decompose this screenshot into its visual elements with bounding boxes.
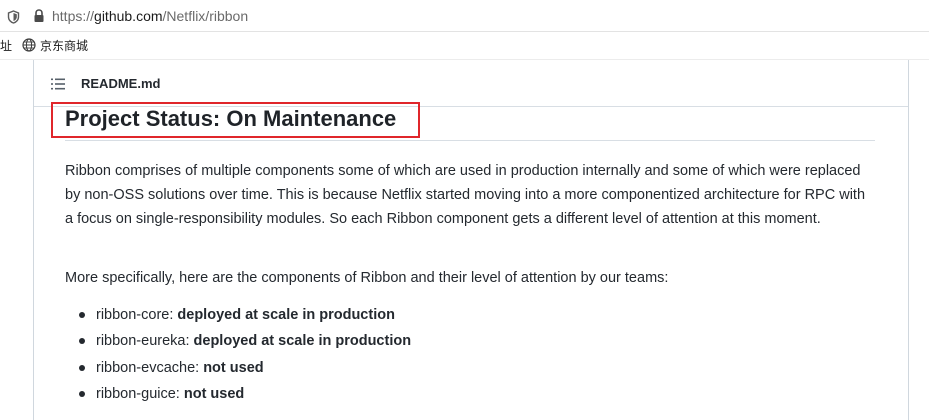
lock-icon[interactable] xyxy=(33,9,45,28)
readme-card: README.md Project Status: On Maintenance… xyxy=(33,60,909,420)
project-status-heading: Project Status: On Maintenance xyxy=(65,106,397,131)
globe-icon[interactable] xyxy=(22,38,36,57)
list-item: ribbon-eureka: deployed at scale in prod… xyxy=(79,331,479,351)
bullet-icon xyxy=(79,365,85,371)
bullet-icon xyxy=(79,391,85,397)
component-name: ribbon-core: xyxy=(96,307,174,323)
list-item: ribbon-core: deployed at scale in produc… xyxy=(79,305,479,325)
component-name: ribbon-eureka: xyxy=(96,333,190,349)
description-paragraph: Ribbon comprises of multiple components … xyxy=(65,163,866,227)
outline-list-icon[interactable] xyxy=(51,77,65,95)
bookmark-item-jd[interactable]: 京东商城 xyxy=(40,39,88,53)
component-status: deployed at scale in production xyxy=(177,307,395,323)
address-bar[interactable]: https://github.com/Netflix/ribbon xyxy=(0,0,929,32)
bookmark-item-truncated[interactable]: 址 xyxy=(0,39,12,53)
url-protocol: https:// xyxy=(52,8,95,24)
url-path: /Netflix/ribbon xyxy=(162,8,249,24)
component-status: not used xyxy=(183,386,245,402)
heading-wrap: Project Status: On Maintenance xyxy=(65,106,875,141)
list-item: ribbon-guice: not used xyxy=(79,384,479,404)
url-text[interactable]: https://github.com/Netflix/ribbon xyxy=(52,8,248,24)
heading-divider xyxy=(65,140,875,141)
component-status: deployed at scale in production xyxy=(193,333,412,349)
components-intro: More specifically, here are the componen… xyxy=(65,270,669,286)
bullet-icon xyxy=(79,312,85,318)
bullet-icon xyxy=(79,338,85,344)
component-status: not used xyxy=(203,360,264,376)
url-host: github.com xyxy=(94,8,163,24)
component-name: ribbon-evcache: xyxy=(96,360,200,376)
bookmarks-bar: 址 京东商城 xyxy=(0,32,929,60)
readme-header: README.md xyxy=(34,60,908,107)
readme-filename[interactable]: README.md xyxy=(81,76,160,92)
shield-icon[interactable] xyxy=(7,10,20,29)
list-item: ribbon-evcache: not used xyxy=(79,358,479,378)
component-name: ribbon-guice: xyxy=(96,386,180,402)
